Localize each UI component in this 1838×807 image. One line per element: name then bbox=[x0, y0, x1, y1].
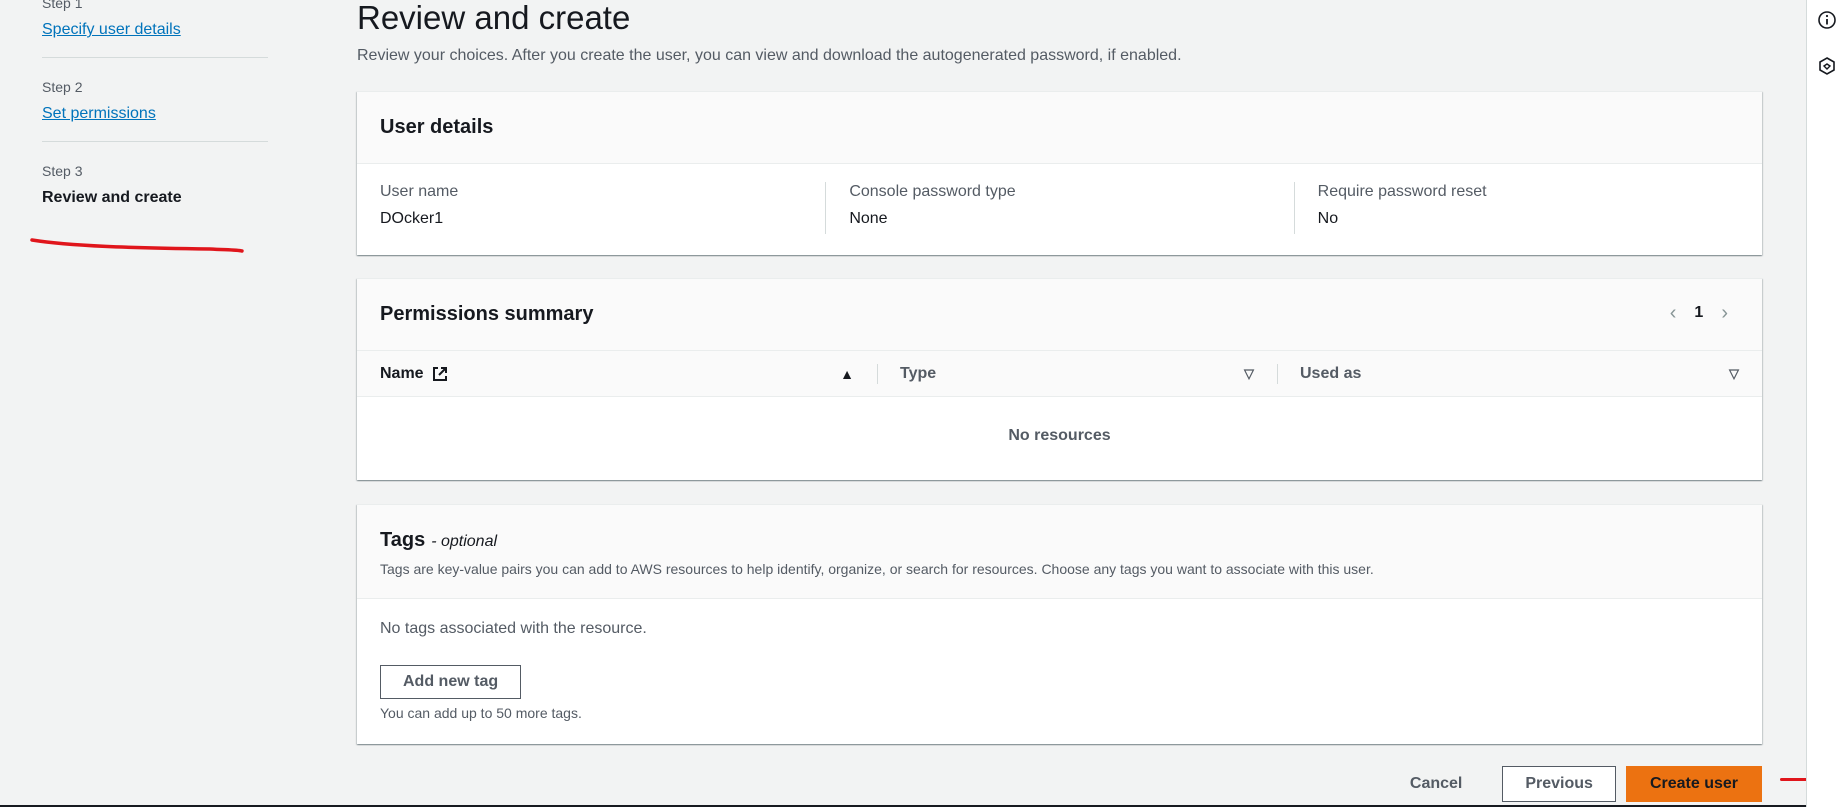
red-annotation-underline bbox=[30, 238, 244, 253]
add-new-tag-button[interactable]: Add new tag bbox=[380, 665, 522, 699]
pagination: ‹ 1 › bbox=[1670, 303, 1728, 323]
tags-body: No tags associated with the resource. Ad… bbox=[357, 599, 1762, 741]
column-header-used-as[interactable]: Used as ▽ bbox=[1277, 351, 1762, 396]
right-utility-rail bbox=[1806, 0, 1838, 807]
tags-limit-hint: You can add up to 50 more tags. bbox=[380, 705, 582, 721]
previous-button[interactable]: Previous bbox=[1502, 766, 1616, 802]
page-number[interactable]: 1 bbox=[1694, 304, 1703, 322]
step-current-review-and-create: Review and create bbox=[42, 189, 182, 206]
optional-label: - optional bbox=[431, 533, 498, 550]
external-link-icon bbox=[432, 366, 447, 381]
chevron-right-icon[interactable]: › bbox=[1721, 303, 1728, 323]
step-number: Step 1 bbox=[42, 0, 83, 11]
no-tags-text: No tags associated with the resource. bbox=[380, 620, 647, 637]
detail-label: Console password type bbox=[849, 183, 1016, 200]
step-number: Step 3 bbox=[42, 163, 83, 179]
detail-user-name: User name DOcker1 bbox=[357, 182, 825, 234]
wizard-step-3: Step 3 Review and create bbox=[42, 142, 268, 208]
user-details-card: User details User name DOcker1 Console p… bbox=[357, 91, 1762, 255]
tags-title-row: Tags - optional bbox=[380, 529, 1739, 552]
tags-description: Tags are key-value pairs you can add to … bbox=[380, 561, 1374, 577]
page-title: Review and create bbox=[357, 0, 631, 36]
page-description: Review your choices. After you create th… bbox=[357, 47, 1182, 64]
card-header: Tags - optional Tags are key-value pairs… bbox=[357, 505, 1762, 599]
wizard-step-1: Step 1 Specify user details bbox=[42, 0, 268, 58]
permissions-summary-card: Permissions summary ‹ 1 › Name ▲ Type ▽ … bbox=[357, 278, 1762, 480]
empty-state-text: No resources bbox=[1008, 427, 1111, 444]
column-label: Used as bbox=[1300, 364, 1362, 382]
user-details-row: User name DOcker1 Console password type … bbox=[357, 164, 1762, 234]
step-link-set-permissions[interactable]: Set permissions bbox=[42, 104, 156, 124]
sort-descending-icon[interactable]: ▽ bbox=[1244, 366, 1254, 382]
tags-card: Tags - optional Tags are key-value pairs… bbox=[357, 504, 1762, 744]
detail-value: No bbox=[1317, 210, 1339, 227]
info-icon[interactable] bbox=[1817, 10, 1837, 30]
column-label: Name bbox=[380, 364, 424, 382]
detail-label: Require password reset bbox=[1317, 183, 1487, 200]
step-number: Step 2 bbox=[42, 79, 83, 95]
step-link-specify-user-details[interactable]: Specify user details bbox=[42, 20, 181, 40]
column-header-type[interactable]: Type ▽ bbox=[877, 351, 1277, 396]
create-user-button[interactable]: Create user bbox=[1625, 766, 1762, 802]
detail-value: None bbox=[849, 210, 888, 227]
chevron-left-icon[interactable]: ‹ bbox=[1670, 303, 1677, 323]
column-label: Type bbox=[900, 364, 937, 382]
column-header-name[interactable]: Name ▲ bbox=[357, 351, 877, 396]
sort-descending-icon[interactable]: ▽ bbox=[1729, 366, 1739, 382]
feedback-icon[interactable] bbox=[1817, 56, 1837, 76]
table-header-row: Name ▲ Type ▽ Used as ▽ bbox=[357, 351, 1762, 397]
detail-value: DOcker1 bbox=[380, 210, 444, 227]
detail-require-password-reset: Require password reset No bbox=[1293, 182, 1762, 234]
detail-label: User name bbox=[380, 183, 459, 200]
user-details-title: User details bbox=[380, 116, 494, 138]
wizard-steps-nav: Step 1 Specify user details Step 2 Set p… bbox=[42, 0, 268, 208]
tags-title: Tags bbox=[380, 529, 426, 551]
main-content: Review and create Review your choices. A… bbox=[357, 0, 1762, 744]
detail-console-password-type: Console password type None bbox=[825, 182, 1293, 234]
form-actions: Cancel Previous Create user bbox=[1380, 766, 1762, 802]
card-header: User details bbox=[357, 92, 1762, 164]
wizard-step-2: Step 2 Set permissions bbox=[42, 58, 268, 142]
cancel-button[interactable]: Cancel bbox=[1380, 767, 1492, 801]
permissions-summary-title: Permissions summary bbox=[380, 303, 594, 325]
sort-ascending-icon[interactable]: ▲ bbox=[840, 366, 854, 382]
card-header: Permissions summary ‹ 1 › bbox=[357, 279, 1762, 351]
